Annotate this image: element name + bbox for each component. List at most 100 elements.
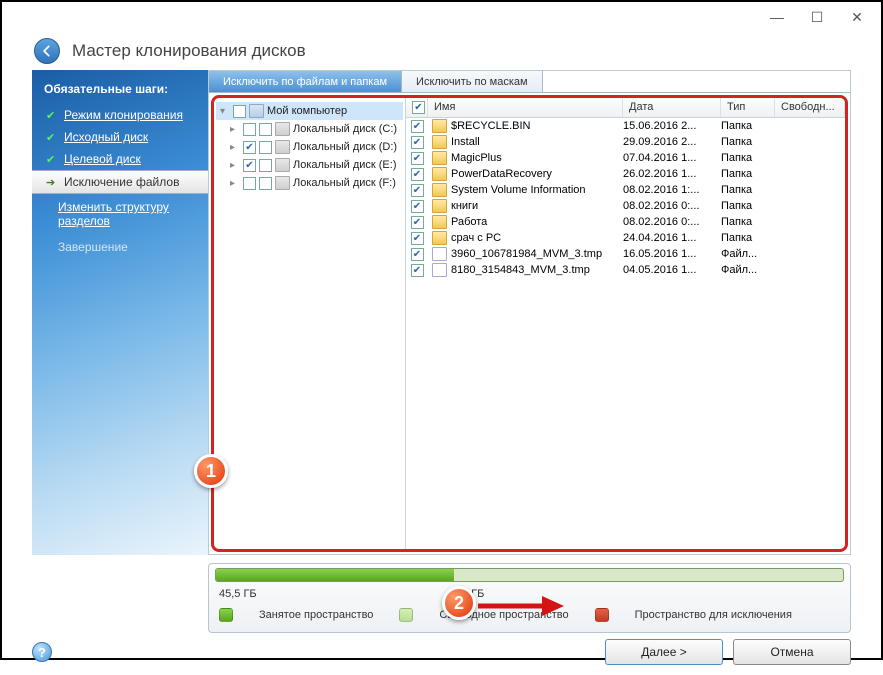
file-row[interactable]: System Volume Information08.02.2016 1:..…: [406, 182, 845, 198]
file-name: книги: [451, 200, 478, 212]
checkbox[interactable]: [411, 136, 424, 149]
file-row[interactable]: Install29.09.2016 2...Папка: [406, 134, 845, 150]
checkbox-secondary[interactable]: [259, 177, 272, 190]
sidebar-item-exclude-files[interactable]: ➔ Исключение файлов: [32, 170, 208, 194]
file-date: 07.04.2016 1...: [623, 152, 721, 164]
file-name: 8180_3154843_MVM_3.tmp: [451, 264, 590, 276]
drive-icon: [275, 140, 290, 154]
file-row[interactable]: Работа08.02.2016 0:...Папка: [406, 214, 845, 230]
file-name: 3960_106781984_MVM_3.tmp: [451, 248, 602, 260]
cancel-button[interactable]: Отмена: [733, 639, 851, 665]
file-row[interactable]: MagicPlus07.04.2016 1...Папка: [406, 150, 845, 166]
sidebar-item-label: Целевой диск: [64, 152, 141, 166]
checkbox[interactable]: [411, 120, 424, 133]
file-icon: [432, 263, 447, 277]
sidebar-item-label: Исходный диск: [64, 130, 148, 144]
folder-icon: [432, 215, 447, 229]
checkbox[interactable]: [243, 123, 256, 136]
tabs: Исключить по файлам и папкам Исключить п…: [209, 71, 850, 93]
tab-by-files-folders[interactable]: Исключить по файлам и папкам: [209, 71, 402, 92]
maximize-button[interactable]: ☐: [797, 5, 837, 29]
checkbox-secondary[interactable]: [259, 141, 272, 154]
checkbox[interactable]: [411, 264, 424, 277]
column-type[interactable]: Тип: [721, 98, 775, 117]
file-type: Файл...: [721, 248, 775, 260]
file-date: 08.02.2016 1:...: [623, 184, 721, 196]
annotation-arrow-icon: [476, 594, 566, 618]
tree-root-my-computer[interactable]: ▾ Мой компьютер: [216, 102, 403, 120]
legend-swatch-free: [399, 608, 413, 622]
folder-icon: [432, 151, 447, 165]
file-row[interactable]: 8180_3154843_MVM_3.tmp 04.05.2016 1...Фай…: [406, 262, 845, 278]
tab-by-masks[interactable]: Исключить по маскам: [402, 71, 543, 92]
checkbox[interactable]: [412, 101, 425, 114]
column-name[interactable]: Имя: [428, 98, 623, 117]
tree-node-label: Мой компьютер: [267, 105, 347, 117]
check-icon: ✔: [46, 131, 58, 144]
checkbox[interactable]: [411, 248, 424, 261]
sidebar-item-source-disk[interactable]: ✔ Исходный диск: [32, 126, 208, 148]
arrow-left-icon: [40, 44, 54, 58]
minimize-button[interactable]: —: [757, 5, 797, 29]
file-row[interactable]: $RECYCLE.BIN15.06.2016 2...Папка: [406, 118, 845, 134]
file-row[interactable]: срач с PC24.04.2016 1...Папка: [406, 230, 845, 246]
checkbox[interactable]: [243, 141, 256, 154]
folder-icon: [432, 183, 447, 197]
sidebar-item-clone-mode[interactable]: ✔ Режим клонирования: [32, 104, 208, 126]
file-name: $RECYCLE.BIN: [451, 120, 530, 132]
file-name: PowerDataRecovery: [451, 168, 552, 180]
tree-drive-item[interactable]: ▸Локальный диск (C:): [216, 120, 403, 138]
tree-drive-item[interactable]: ▸Локальный диск (E:): [216, 156, 403, 174]
checkbox[interactable]: [411, 200, 424, 213]
column-headers: Имя Дата Тип Свободн...: [406, 98, 845, 118]
column-checkbox[interactable]: [406, 98, 428, 117]
file-type: Файл...: [721, 264, 775, 276]
file-name: Работа: [451, 216, 487, 228]
folder-icon: [432, 119, 447, 133]
wizard-header: Мастер клонирования дисков: [2, 32, 881, 70]
help-icon[interactable]: ?: [32, 642, 52, 662]
tree-drive-item[interactable]: ▸Локальный диск (D:): [216, 138, 403, 156]
checkbox[interactable]: [243, 159, 256, 172]
file-type: Папка: [721, 168, 775, 180]
file-type: Папка: [721, 120, 775, 132]
file-row[interactable]: 3960_106781984_MVM_3.tmp 16.05.2016 1...Ф…: [406, 246, 845, 262]
file-date: 24.04.2016 1...: [623, 232, 721, 244]
titlebar: — ☐ ✕: [2, 2, 881, 32]
file-row[interactable]: книги08.02.2016 0:...Папка: [406, 198, 845, 214]
close-button[interactable]: ✕: [837, 5, 877, 29]
sidebar-link-partition-structure[interactable]: Изменить структуру разделов: [32, 194, 208, 234]
sidebar-item-completion: Завершение: [32, 234, 208, 260]
checkbox[interactable]: [411, 232, 424, 245]
expand-icon[interactable]: ▸: [230, 142, 240, 153]
footer: ? Далее > Отмена: [2, 633, 881, 675]
file-row[interactable]: PowerDataRecovery26.02.2016 1...Папка: [406, 166, 845, 182]
back-button[interactable]: [34, 38, 60, 64]
checkbox-secondary[interactable]: [259, 123, 272, 136]
column-free[interactable]: Свободн...: [775, 98, 845, 117]
checkbox[interactable]: [411, 184, 424, 197]
file-type: Папка: [721, 216, 775, 228]
checkbox-secondary[interactable]: [259, 159, 272, 172]
next-button[interactable]: Далее >: [605, 639, 723, 665]
file-date: 16.05.2016 1...: [623, 248, 721, 260]
checkbox[interactable]: [411, 152, 424, 165]
legend-label-excluded: Пространство для исключения: [635, 609, 792, 621]
checkbox[interactable]: [243, 177, 256, 190]
checkbox[interactable]: [233, 105, 246, 118]
column-date[interactable]: Дата: [623, 98, 721, 117]
checkbox[interactable]: [411, 216, 424, 229]
expand-icon[interactable]: ▸: [230, 160, 240, 171]
disk-used-segment: [216, 569, 454, 581]
sidebar-item-target-disk[interactable]: ✔ Целевой диск: [32, 148, 208, 170]
annotation-bubble-1: 1: [194, 454, 228, 488]
expand-icon[interactable]: ▸: [230, 124, 240, 135]
wizard-title: Мастер клонирования дисков: [72, 41, 306, 61]
legend-swatch-used: [219, 608, 233, 622]
drive-icon: [275, 176, 290, 190]
collapse-icon[interactable]: ▾: [220, 106, 230, 117]
checkbox[interactable]: [411, 168, 424, 181]
tree-drive-item[interactable]: ▸Локальный диск (F:): [216, 174, 403, 192]
expand-icon[interactable]: ▸: [230, 178, 240, 189]
file-date: 04.05.2016 1...: [623, 264, 721, 276]
